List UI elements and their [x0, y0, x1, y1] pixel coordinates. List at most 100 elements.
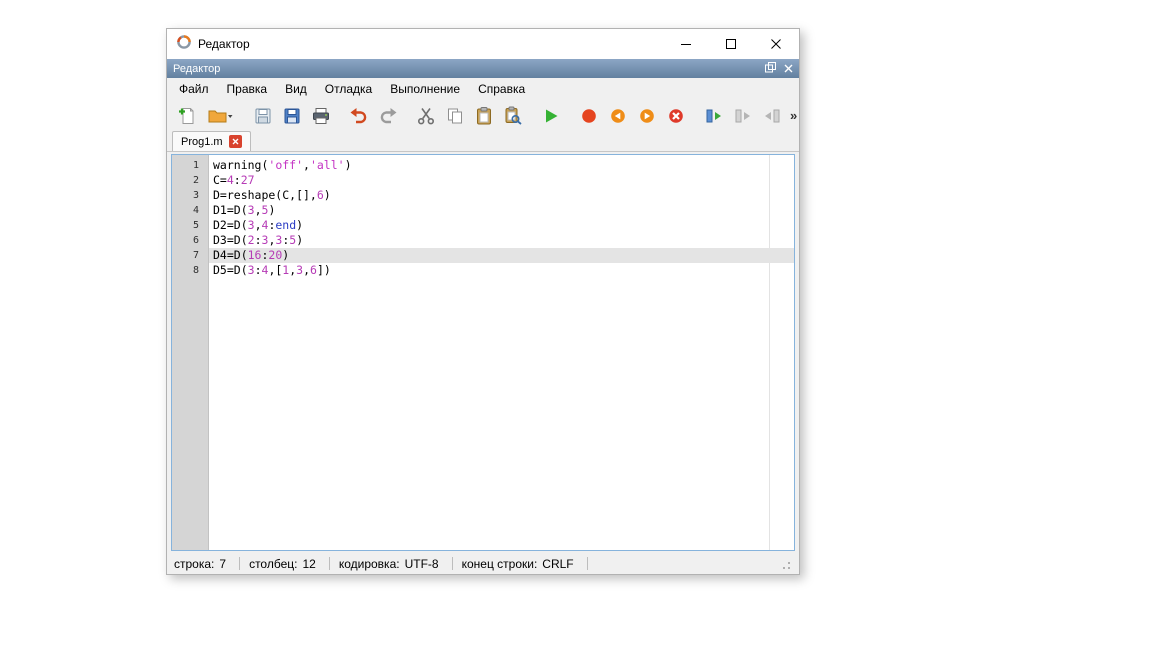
undo-button[interactable]	[344, 102, 373, 129]
line-number[interactable]: 5	[172, 218, 208, 233]
maximize-button[interactable]	[709, 29, 754, 59]
editor-area: 12345678 warning('off','all')C=4:27D=res…	[171, 154, 795, 551]
cut-icon	[416, 106, 436, 126]
maximize-icon	[726, 39, 737, 50]
status-line-label: строка:	[174, 557, 214, 571]
status-separator	[239, 557, 240, 570]
find-replace-icon	[503, 106, 523, 126]
dropdown-arrow-icon	[228, 115, 233, 118]
save-as-icon	[282, 106, 302, 126]
code-line[interactable]: D3=D(2:3,3:5)	[209, 233, 794, 248]
dock-close-icon	[784, 64, 793, 73]
menu-item-debug[interactable]: Отладка	[316, 79, 381, 99]
status-eol-label: конец строки:	[462, 557, 538, 571]
redo-button[interactable]	[373, 102, 402, 129]
editor-window: Редактор Редактор	[166, 28, 800, 575]
remove-all-breakpoints-icon	[666, 106, 686, 126]
resize-grip[interactable]	[778, 557, 792, 571]
find-replace-button[interactable]	[498, 102, 527, 129]
close-icon	[771, 39, 782, 50]
remove-all-breakpoints-button[interactable]	[661, 102, 690, 129]
code-line[interactable]: D4=D(16:20)	[209, 248, 794, 263]
window-controls	[664, 29, 799, 59]
print-icon	[311, 106, 331, 126]
line-number[interactable]: 4	[172, 203, 208, 218]
copy-button[interactable]	[440, 102, 469, 129]
paste-icon	[474, 106, 494, 126]
menu-item-file[interactable]: Файл	[170, 79, 218, 99]
step-in-icon	[733, 106, 753, 126]
dock-close-button[interactable]	[784, 60, 793, 78]
line-number[interactable]: 1	[172, 158, 208, 173]
open-file-icon	[207, 106, 233, 126]
code-line[interactable]: D1=D(3,5)	[209, 203, 794, 218]
redo-icon	[378, 106, 398, 126]
previous-breakpoint-icon	[608, 106, 628, 126]
step-button[interactable]	[699, 102, 728, 129]
status-eol-value: CRLF	[542, 557, 573, 571]
tab-label: Prog1.m	[181, 136, 223, 148]
undo-icon	[349, 106, 369, 126]
code-line[interactable]: D2=D(3,4:end)	[209, 218, 794, 233]
new-script-icon	[177, 106, 197, 126]
run-icon	[541, 106, 561, 126]
status-bar-items: строка:7столбец:12кодировка:UTF-8конец с…	[174, 557, 597, 571]
status-separator	[587, 557, 588, 570]
previous-breakpoint-button[interactable]	[603, 102, 632, 129]
dock-float-button[interactable]	[765, 60, 776, 78]
menu-item-run[interactable]: Выполнение	[381, 79, 469, 99]
line-number[interactable]: 2	[172, 173, 208, 188]
line-number[interactable]: 8	[172, 263, 208, 278]
title-bar: Редактор	[167, 29, 799, 59]
toggle-breakpoint-icon	[579, 106, 599, 126]
dock-title: Редактор	[173, 63, 220, 75]
status-line-value: 7	[219, 557, 226, 571]
step-icon	[704, 106, 724, 126]
step-out-icon	[762, 106, 782, 126]
status-bar: строка:7столбец:12кодировка:UTF-8конец с…	[167, 553, 799, 574]
code-area[interactable]: warning('off','all')C=4:27D=reshape(C,[]…	[209, 155, 794, 550]
close-button[interactable]	[754, 29, 799, 59]
step-out-button[interactable]	[757, 102, 786, 129]
line-number[interactable]: 3	[172, 188, 208, 203]
run-button[interactable]	[536, 102, 565, 129]
print-button[interactable]	[306, 102, 335, 129]
code-line[interactable]: warning('off','all')	[209, 158, 794, 173]
minimize-button[interactable]	[664, 29, 709, 59]
line-number[interactable]: 7	[172, 248, 208, 263]
save-button[interactable]	[248, 102, 277, 129]
tab-close-button[interactable]	[229, 135, 242, 148]
menu-item-view[interactable]: Вид	[276, 79, 316, 99]
app-icon	[176, 34, 192, 55]
toolbar-overflow-button[interactable]: »	[786, 108, 801, 123]
open-file-button[interactable]	[201, 102, 239, 129]
code-line[interactable]: D=reshape(C,[],6)	[209, 188, 794, 203]
toolbar: »	[167, 100, 799, 131]
minimize-icon	[681, 39, 692, 50]
window-title: Редактор	[198, 37, 250, 51]
menu-bar: ФайлПравкаВидОтладкаВыполнениеСправка	[167, 78, 799, 100]
next-breakpoint-icon	[637, 106, 657, 126]
save-icon	[253, 106, 273, 126]
line-number-gutter[interactable]: 12345678	[172, 155, 209, 550]
toggle-breakpoint-button[interactable]	[574, 102, 603, 129]
paste-button[interactable]	[469, 102, 498, 129]
code-line[interactable]: D5=D(3:4,[1,3,6])	[209, 263, 794, 278]
line-number[interactable]: 6	[172, 233, 208, 248]
menu-item-edit[interactable]: Правка	[218, 79, 277, 99]
status-column-value: 12	[302, 557, 315, 571]
menu-item-help[interactable]: Справка	[469, 79, 534, 99]
next-breakpoint-button[interactable]	[632, 102, 661, 129]
save-as-button[interactable]	[277, 102, 306, 129]
status-separator	[329, 557, 330, 570]
float-window-icon	[765, 62, 776, 73]
tab-close-icon	[232, 138, 239, 145]
new-script-button[interactable]	[172, 102, 201, 129]
status-encoding-value: UTF-8	[405, 557, 439, 571]
tab-prog1[interactable]: Prog1.m	[172, 131, 251, 151]
copy-icon	[445, 106, 465, 126]
step-in-button[interactable]	[728, 102, 757, 129]
status-separator	[452, 557, 453, 570]
code-line[interactable]: C=4:27	[209, 173, 794, 188]
cut-button[interactable]	[411, 102, 440, 129]
